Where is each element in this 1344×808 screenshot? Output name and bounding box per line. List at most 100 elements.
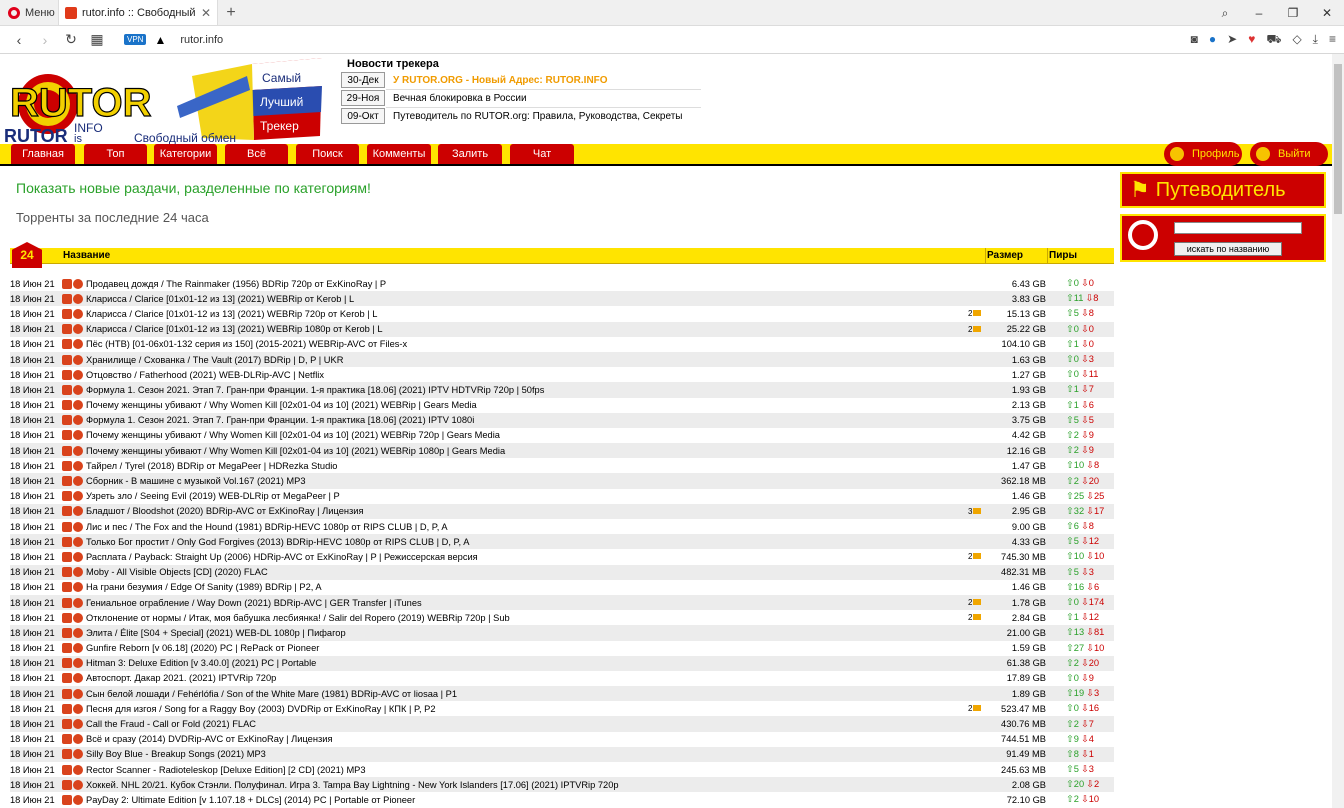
download-icon[interactable] [62, 476, 72, 487]
forward-icon[interactable]: › [34, 32, 56, 48]
download-icon[interactable] [62, 308, 72, 319]
menu-icon[interactable]: ≡ [1329, 32, 1336, 48]
maximize-icon[interactable]: ❐ [1276, 0, 1310, 26]
download-icon[interactable] [62, 339, 72, 350]
torrent-title-link[interactable]: Элита / Élite [S04 + Special] (2021) WEB… [86, 628, 946, 638]
download-icon[interactable] [62, 430, 72, 441]
magnet-icon[interactable] [73, 582, 83, 593]
download-icon[interactable] [62, 551, 72, 562]
cube-icon[interactable]: ◇ [1292, 32, 1301, 48]
magnet-icon[interactable] [73, 506, 83, 517]
torrent-title-link[interactable]: Почему женщины убивают / Why Women Kill … [86, 400, 946, 410]
torrent-title-link[interactable]: Moby - All Visible Objects [CD] (2020) F… [86, 567, 946, 577]
news-item[interactable]: 30-Дек У RUTOR.ORG - Новый Адрес: RUTOR.… [341, 72, 608, 88]
col-size[interactable]: Размер [987, 250, 1023, 261]
col-name[interactable]: Название [63, 250, 110, 261]
download-icon[interactable] [62, 612, 72, 623]
news-link[interactable]: У RUTOR.ORG - Новый Адрес: RUTOR.INFO [393, 75, 608, 86]
menu-categories[interactable]: Категории [154, 144, 217, 164]
search-button[interactable]: искать по названию [1174, 242, 1282, 256]
magnet-icon[interactable] [73, 779, 83, 790]
magnet-icon[interactable] [73, 597, 83, 608]
download-icon[interactable] [62, 627, 72, 638]
magnet-icon[interactable] [73, 278, 83, 289]
torrent-title-link[interactable]: Формула 1. Сезон 2021. Этап 7. Гран-при … [86, 385, 946, 395]
download-icon[interactable] [62, 460, 72, 471]
magnet-icon[interactable] [73, 521, 83, 532]
torrent-title-link[interactable]: Хоккей. NHL 20/21. Кубок Стэнли. Полуфин… [86, 780, 946, 790]
download-icon[interactable] [62, 293, 72, 304]
news-item[interactable]: 29-Ноя Вечная блокировка в России [341, 90, 527, 106]
news-link[interactable]: Вечная блокировка в России [393, 93, 527, 104]
minimize-icon[interactable]: – [1242, 0, 1276, 26]
download-icon[interactable] [62, 400, 72, 411]
news-item[interactable]: 09-Окт Путеводитель по RUTOR.org: Правил… [341, 108, 683, 124]
torrent-title-link[interactable]: Хранилище / Схованка / The Vault (2017) … [86, 355, 946, 365]
torrent-title-link[interactable]: Пёс (НТВ) [01-06x01-132 серия из 150] (2… [86, 339, 946, 349]
new-tab-button[interactable]: + [218, 0, 244, 25]
download-icon[interactable] [62, 445, 72, 456]
download-icon[interactable] [62, 354, 72, 365]
download-icon[interactable] [62, 779, 72, 790]
download-icon[interactable] [62, 643, 72, 654]
download-icon[interactable]: ⤓ [1313, 32, 1318, 48]
torrent-title-link[interactable]: Автоспорт. Дакар 2021. (2021) IPTVRip 72… [86, 673, 946, 683]
magnet-icon[interactable] [73, 794, 83, 805]
download-icon[interactable] [62, 703, 72, 714]
magnet-icon[interactable] [73, 734, 83, 745]
torrent-title-link[interactable]: Сборник - В машине с музыкой Vol.167 (20… [86, 476, 946, 486]
magnet-icon[interactable] [73, 703, 83, 714]
magnet-icon[interactable] [73, 567, 83, 578]
opera-menu-button[interactable]: Меню [0, 0, 58, 25]
magnet-icon[interactable] [73, 430, 83, 441]
speed-dial-icon[interactable]: ▦ [86, 31, 108, 48]
magnet-icon[interactable] [73, 764, 83, 775]
download-icon[interactable] [62, 749, 72, 760]
torrent-title-link[interactable]: Всё и сразу (2014) DVDRip-AVC от ExKinoR… [86, 734, 946, 744]
magnet-icon[interactable] [73, 551, 83, 562]
torrent-title-link[interactable]: Silly Boy Blue - Breakup Songs (2021) MP… [86, 749, 946, 759]
profile-button[interactable]: Профиль [1164, 142, 1242, 166]
guide-banner[interactable]: ⚑ Путеводитель [1120, 172, 1326, 208]
download-icon[interactable] [62, 794, 72, 805]
back-icon[interactable]: ‹ [8, 32, 30, 48]
download-icon[interactable] [62, 567, 72, 578]
magnet-icon[interactable] [73, 460, 83, 471]
heart-icon[interactable]: ♥ [1248, 32, 1255, 48]
magnet-icon[interactable] [73, 536, 83, 547]
page-scrollbar[interactable] [1332, 54, 1344, 808]
torrent-title-link[interactable]: Узреть зло / Seeing Evil (2019) WEB-DLRi… [86, 491, 946, 501]
torrent-title-link[interactable]: Тайрел / Tyrel (2018) BDRip от MegaPeer … [86, 461, 946, 471]
magnet-icon[interactable] [73, 354, 83, 365]
torrent-title-link[interactable]: Отклонение от нормы / Итак, моя бабушка … [86, 613, 946, 623]
magnet-icon[interactable] [73, 688, 83, 699]
torrent-title-link[interactable]: Отцовство / Fatherhood (2021) WEB-DLRip-… [86, 370, 946, 380]
download-icon[interactable] [62, 673, 72, 684]
torrent-title-link[interactable]: Только Бог простит / Only God Forgives (… [86, 537, 946, 547]
magnet-icon[interactable] [73, 293, 83, 304]
col-peers[interactable]: Пиры [1049, 250, 1077, 261]
torrent-title-link[interactable]: Формула 1. Сезон 2021. Этап 7. Гран-при … [86, 415, 946, 425]
torrent-title-link[interactable]: Расплата / Payback: Straight Up (2006) H… [86, 552, 946, 562]
menu-upload[interactable]: Залить [438, 144, 502, 164]
download-icon[interactable] [62, 734, 72, 745]
torrent-title-link[interactable]: PayDay 2: Ultimate Edition [v 1.107.18 +… [86, 795, 946, 805]
magnet-icon[interactable] [73, 673, 83, 684]
torrent-title-link[interactable]: Продавец дождя / The Rainmaker (1956) BD… [86, 279, 946, 289]
magnet-icon[interactable] [73, 719, 83, 730]
magnet-icon[interactable] [73, 445, 83, 456]
torrent-title-link[interactable]: На грани безумия / Edge Of Sanity (1989)… [86, 582, 946, 592]
torrent-title-link[interactable]: Сын белой лошади / Fehérlófia / Son of t… [86, 689, 946, 699]
download-icon[interactable] [62, 597, 72, 608]
magnet-icon[interactable] [73, 415, 83, 426]
torrent-title-link[interactable]: Почему женщины убивают / Why Women Kill … [86, 446, 946, 456]
search-tabs-icon[interactable]: ⌕ [1208, 0, 1242, 26]
magnet-icon[interactable] [73, 339, 83, 350]
reload-icon[interactable]: ↻ [60, 31, 82, 48]
close-window-icon[interactable]: ✕ [1310, 0, 1344, 26]
torrent-title-link[interactable]: Кларисса / Clarice [01x01-12 из 13] (202… [86, 324, 946, 334]
download-icon[interactable] [62, 415, 72, 426]
search-input[interactable] [1174, 222, 1302, 234]
magnet-icon[interactable] [73, 384, 83, 395]
logout-button[interactable]: Выйти [1250, 142, 1328, 166]
